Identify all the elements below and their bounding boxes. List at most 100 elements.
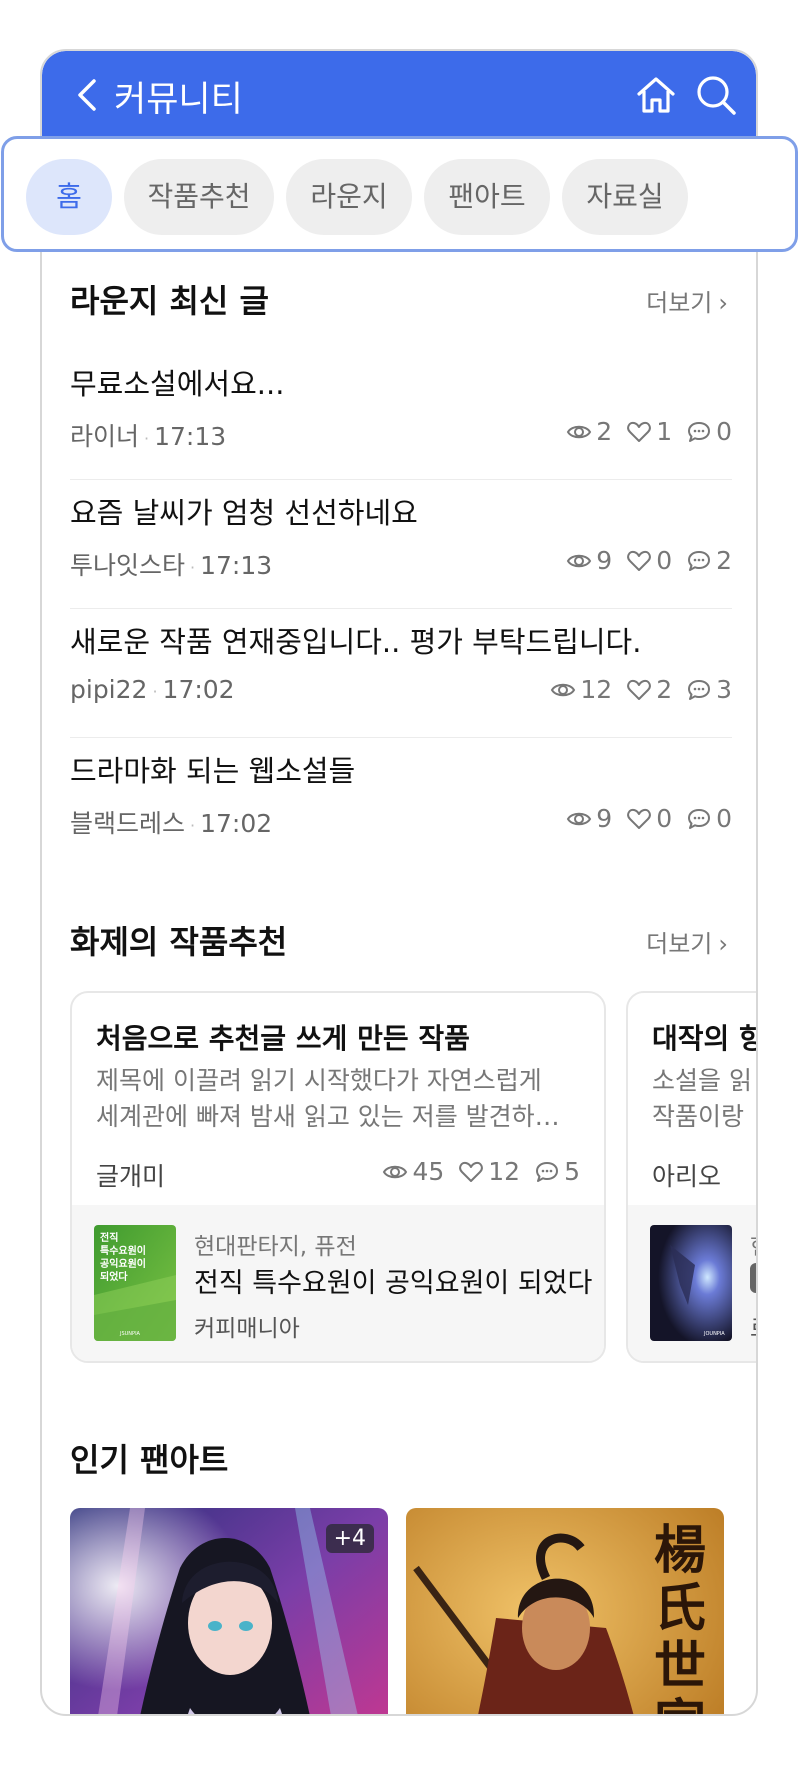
heart-icon bbox=[627, 550, 651, 571]
tab-recommend[interactable]: 작품추천 bbox=[124, 159, 274, 235]
post-list-item[interactable]: 드라마화 되는 웹소설들 블랙드레스 · 17:02 9 0 0 bbox=[70, 738, 732, 866]
heart-icon bbox=[627, 808, 651, 829]
svg-text:世: 世 bbox=[654, 1636, 706, 1697]
home-icon[interactable] bbox=[634, 73, 678, 117]
desc-line: 세계관에 빠져 밤새 읽고 있는 저를 발견하… bbox=[96, 1102, 560, 1131]
comment-count: 3 bbox=[716, 675, 732, 704]
book-title: 전직 특수요원이 공익요원이 되었다 bbox=[194, 1268, 593, 1299]
recommend-card-desc: 제목에 이끌려 읽기 시작했다가 자연스럽게 세계관에 빠져 밤새 읽고 있는 … bbox=[96, 1063, 586, 1135]
book-cover: JOUNPIA bbox=[650, 1225, 732, 1341]
post-title: 드라마화 되는 웹소설들 bbox=[70, 754, 356, 788]
post-title: 무료소설에서요... bbox=[70, 367, 285, 401]
fanart-thumbnail[interactable]: 楊 氏 世 家 bbox=[406, 1508, 724, 1716]
svg-text:특수요원이: 특수요원이 bbox=[100, 1244, 146, 1257]
post-author: pipi22 bbox=[70, 675, 148, 704]
heart-icon bbox=[459, 1161, 484, 1182]
tab-fanart[interactable]: 팬아트 bbox=[424, 159, 550, 235]
recommend-card-desc: 소설을 읽 작품이랑 bbox=[652, 1063, 756, 1135]
comment-icon bbox=[536, 1161, 559, 1182]
more-label: 더보기 bbox=[646, 930, 713, 958]
like-count: 12 bbox=[488, 1157, 521, 1186]
post-list-item[interactable]: 요즘 날씨가 엄청 선선하네요 투나잇스타 · 17:13 9 0 2 bbox=[70, 480, 732, 609]
eye-icon bbox=[567, 554, 592, 567]
post-title: 새로운 작품 연재중입니다.. 평가 부탁드립니다. bbox=[70, 625, 642, 659]
book-badge bbox=[750, 1263, 756, 1293]
recommend-card[interactable]: 대작의 향 소설을 읽 작품이랑 아리오 JOUNPIA 현 bbox=[626, 991, 758, 1363]
desc-line: 작품이랑 bbox=[652, 1102, 745, 1131]
tab-archive[interactable]: 자료실 bbox=[562, 159, 688, 235]
fanart-section-title: 인기 팬아트 bbox=[70, 1441, 229, 1479]
recommend-card-title: 대작의 향 bbox=[652, 1022, 758, 1055]
category-tab-bar: 홈 작품추천 라운지 팬아트 자료실 bbox=[1, 136, 798, 252]
heart-icon bbox=[627, 679, 651, 700]
svg-text:氏: 氏 bbox=[654, 1578, 706, 1639]
comment-count: 0 bbox=[716, 417, 732, 446]
view-count: 2 bbox=[596, 417, 613, 446]
like-count: 0 bbox=[656, 546, 673, 575]
post-time: 17:13 bbox=[154, 422, 227, 451]
view-count: 12 bbox=[580, 675, 613, 704]
lounge-more-link[interactable]: 더보기 › bbox=[646, 283, 728, 318]
post-author: 투나잇스타 bbox=[70, 551, 186, 580]
lounge-section-title: 라운지 최신 글 bbox=[70, 282, 269, 320]
comment-icon bbox=[688, 679, 711, 700]
page-title: 커뮤니티 bbox=[114, 80, 243, 120]
comment-icon bbox=[688, 550, 711, 571]
comment-icon bbox=[688, 421, 711, 442]
svg-text:공익요원이: 공익요원이 bbox=[100, 1257, 146, 1270]
post-stats: 2 1 0 bbox=[566, 417, 732, 446]
svg-text:家: 家 bbox=[654, 1694, 706, 1716]
eye-icon bbox=[567, 812, 592, 825]
comment-icon bbox=[688, 808, 711, 829]
app-bar: 커뮤니티 bbox=[42, 51, 756, 145]
tab-home[interactable]: 홈 bbox=[26, 159, 112, 235]
book-author: 커피매니아 bbox=[194, 1316, 300, 1342]
post-stats: 9 0 2 bbox=[566, 546, 732, 575]
desc-line: 제목에 이끌려 읽기 시작했다가 자연스럽게 bbox=[96, 1066, 542, 1095]
post-meta: 블랙드레스 · 17:02 bbox=[70, 809, 273, 838]
post-author: 라이너 bbox=[70, 422, 140, 451]
svg-text:楊: 楊 bbox=[654, 1520, 706, 1581]
back-arrow-icon[interactable] bbox=[70, 76, 108, 114]
cover-brand: JSUNPIA bbox=[119, 1331, 141, 1337]
book-cover: 전직 특수요원이 공익요원이 되었다 JSUNPIA bbox=[94, 1225, 176, 1341]
svg-text:전직: 전직 bbox=[100, 1231, 118, 1244]
book-info[interactable]: JOUNPIA 현 르 bbox=[628, 1205, 756, 1361]
book-genre: 현대판타지, 퓨전 bbox=[194, 1234, 357, 1260]
post-meta: 라이너 · 17:13 bbox=[70, 422, 227, 451]
chevron-right-icon: › bbox=[718, 289, 728, 317]
app-screen: 커뮤니티 라운지 최신 글 더보기 › 무료소설에서요... 라이너 · 17:13 … bbox=[40, 49, 758, 1716]
chevron-right-icon: › bbox=[718, 930, 728, 958]
fanart-thumbnail[interactable]: +4 bbox=[70, 1508, 388, 1714]
book-author: 르 bbox=[750, 1309, 756, 1343]
eye-icon bbox=[567, 425, 592, 438]
comment-count: 0 bbox=[716, 804, 732, 833]
post-list-item[interactable]: 새로운 작품 연재중입니다.. 평가 부탁드립니다. pipi22 · 17:02 … bbox=[70, 609, 732, 738]
post-stats: 12 2 3 bbox=[550, 675, 732, 704]
book-genre: 현 bbox=[750, 1227, 756, 1261]
search-icon[interactable] bbox=[694, 73, 738, 117]
post-meta: 투나잇스타 · 17:13 bbox=[70, 551, 273, 580]
eye-icon bbox=[551, 683, 576, 696]
tab-lounge[interactable]: 라운지 bbox=[286, 159, 412, 235]
recommend-section-title: 화제의 작품추천 bbox=[70, 923, 288, 961]
desc-line: 소설을 읽 bbox=[652, 1066, 752, 1095]
recommend-card[interactable]: 처음으로 추천글 쓰게 만든 작품 제목에 이끌려 읽기 시작했다가 자연스럽게… bbox=[70, 991, 606, 1363]
view-count: 9 bbox=[596, 804, 613, 833]
recommend-more-link[interactable]: 더보기 › bbox=[646, 924, 728, 959]
post-title: 요즘 날씨가 엄청 선선하네요 bbox=[70, 496, 418, 530]
post-author: 블랙드레스 bbox=[70, 809, 186, 838]
post-time: 17:13 bbox=[200, 551, 273, 580]
book-info[interactable]: 전직 특수요원이 공익요원이 되었다 JSUNPIA 현대판타지, 퓨전 전직 … bbox=[72, 1205, 604, 1361]
like-count: 0 bbox=[656, 804, 673, 833]
view-count: 45 bbox=[412, 1157, 445, 1186]
post-list-item[interactable]: 무료소설에서요... 라이너 · 17:13 2 1 0 bbox=[70, 351, 732, 480]
recommend-card-author: 아리오 bbox=[652, 1162, 722, 1191]
fanart-image: 楊 氏 世 家 bbox=[406, 1508, 724, 1716]
heart-icon bbox=[627, 421, 651, 442]
recommend-card-author: 글개미 bbox=[96, 1162, 166, 1191]
recommend-card-title: 처음으로 추천글 쓰게 만든 작품 bbox=[96, 1022, 470, 1055]
comment-count: 5 bbox=[564, 1157, 580, 1186]
view-count: 9 bbox=[596, 546, 613, 575]
eye-icon bbox=[383, 1165, 408, 1178]
